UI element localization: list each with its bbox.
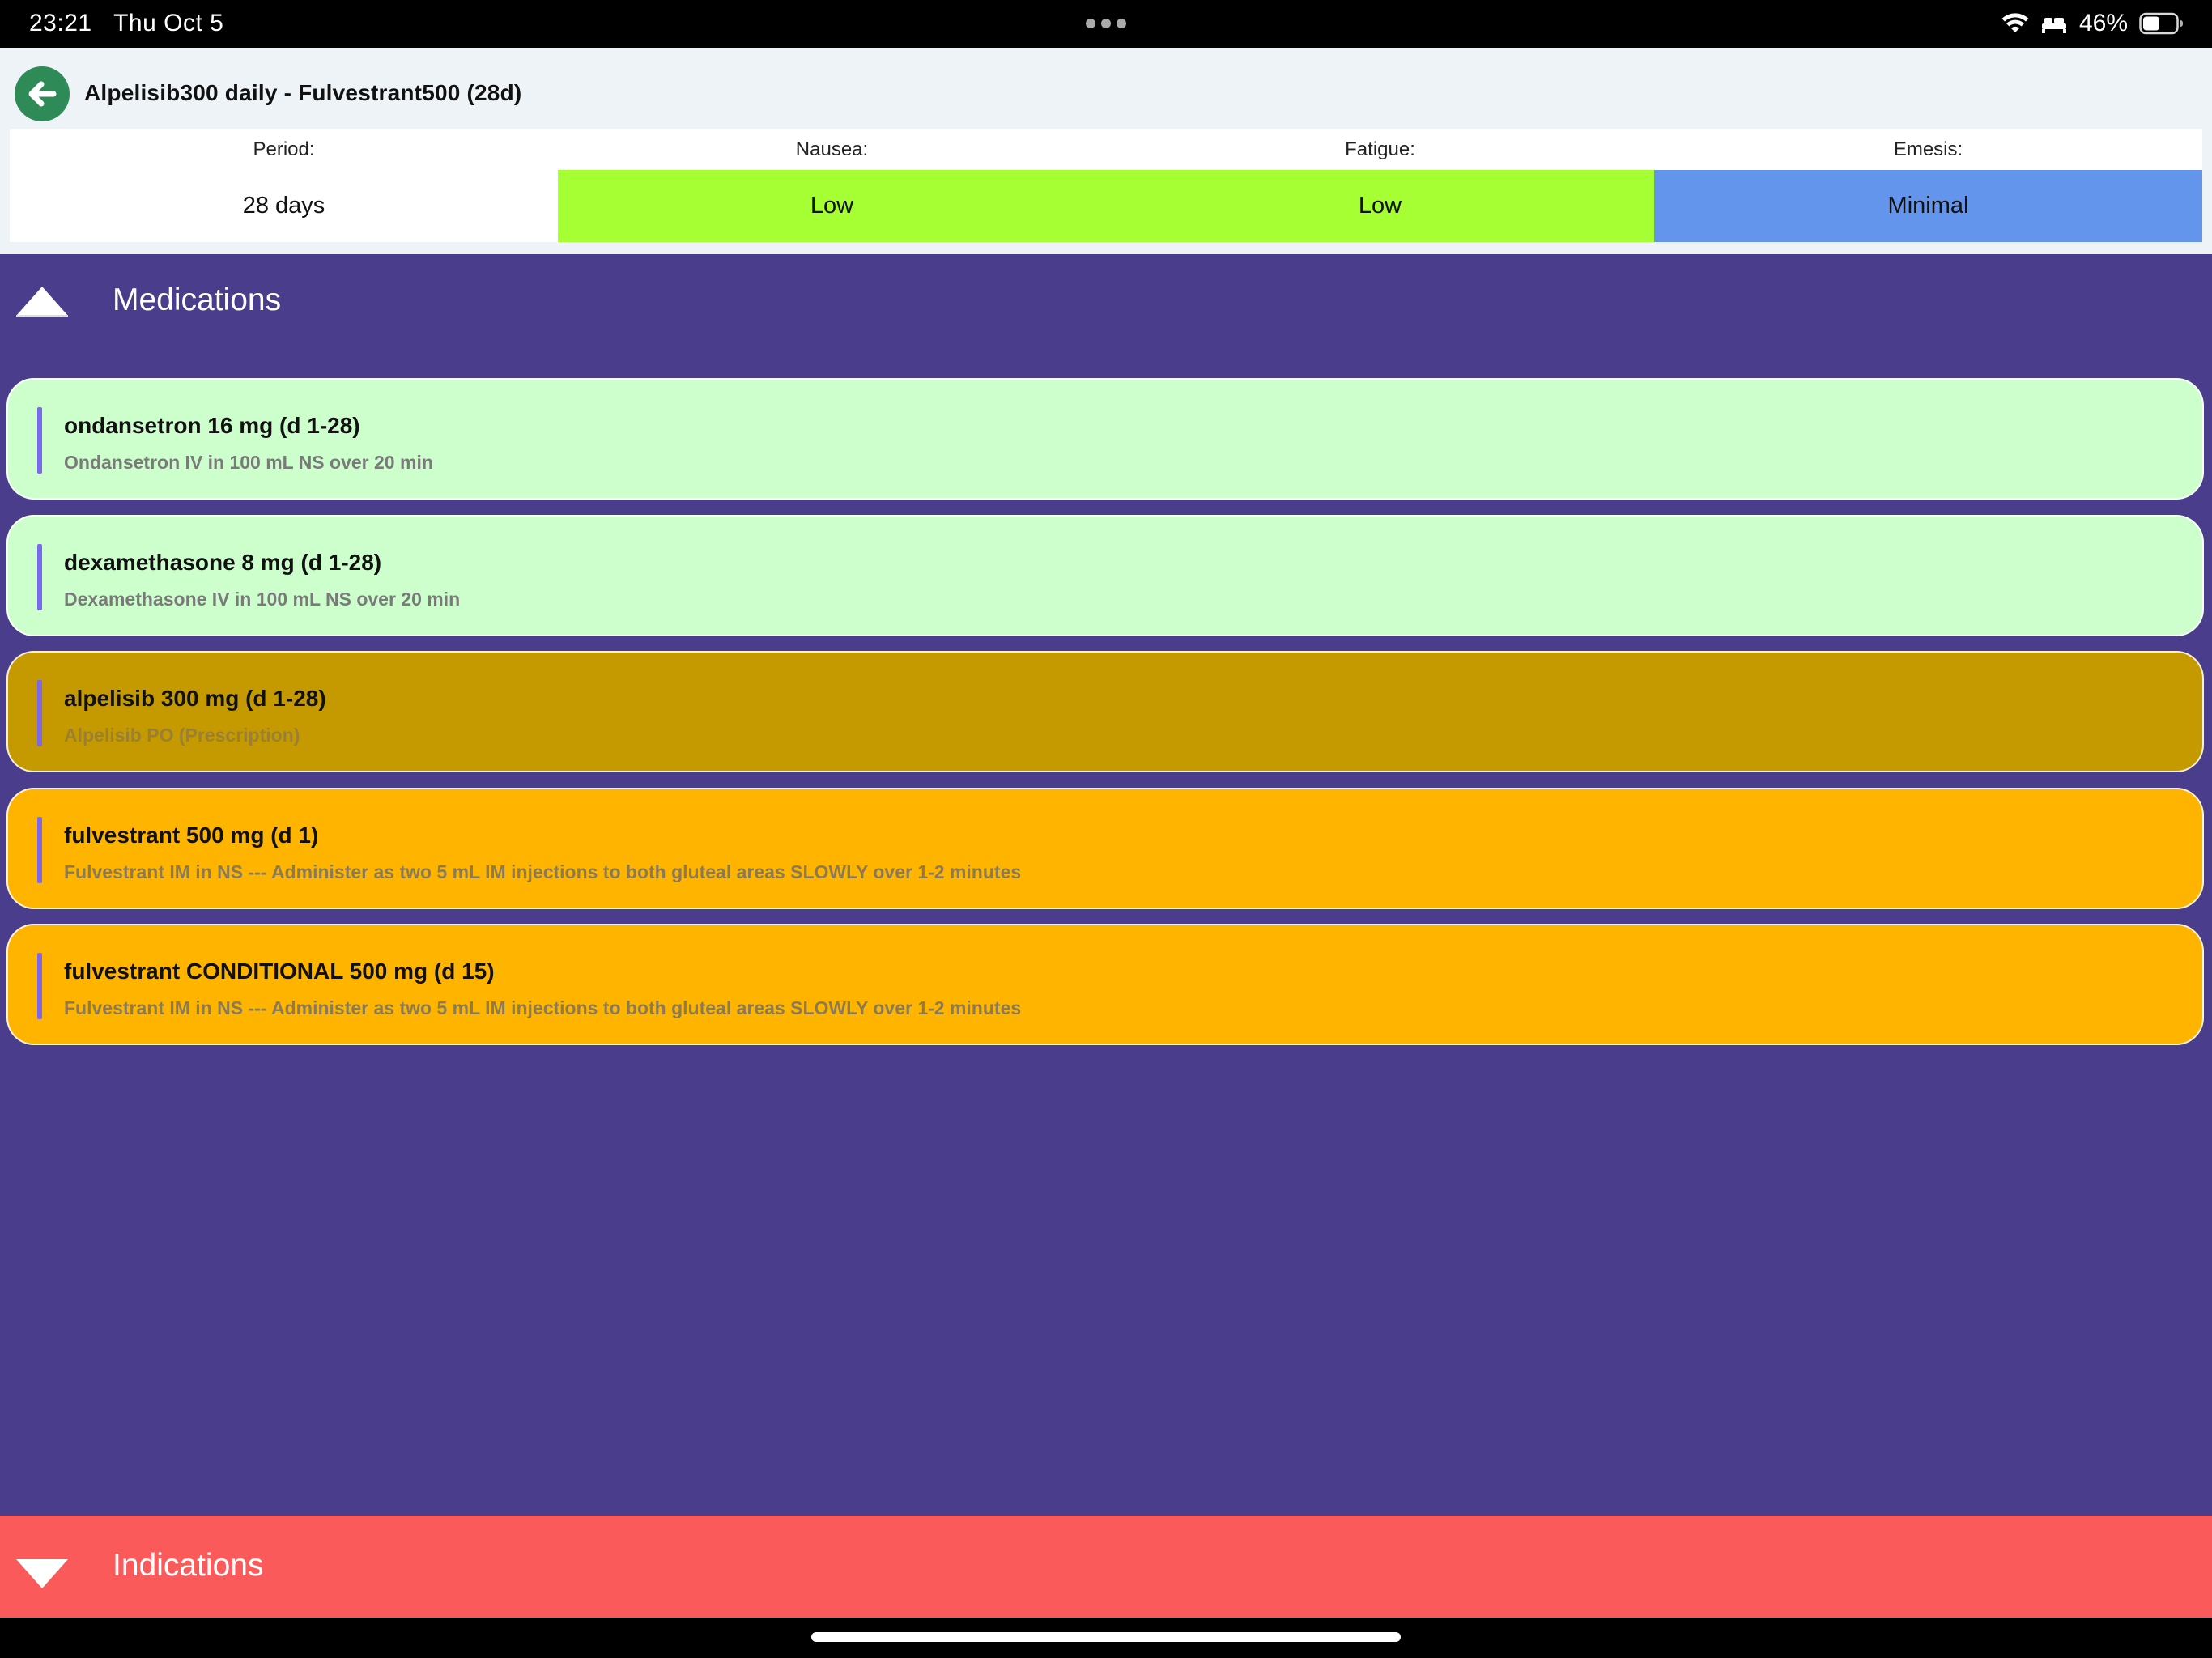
stat-emesis: Emesis: Minimal xyxy=(1654,129,2202,242)
back-arrow-icon xyxy=(28,81,57,107)
card-accent-bar xyxy=(37,953,42,1019)
stat-value: Low xyxy=(1106,170,1654,242)
stat-label: Period: xyxy=(10,129,558,170)
expand-triangle-down-icon[interactable] xyxy=(15,1556,70,1590)
collapse-triangle-up-icon[interactable] xyxy=(15,285,70,319)
card-accent-bar xyxy=(37,544,42,610)
stat-label: Nausea: xyxy=(558,129,1106,170)
indications-title: Indications xyxy=(113,1548,264,1583)
home-indicator[interactable] xyxy=(811,1632,1401,1642)
medication-card[interactable]: fulvestrant 500 mg (d 1) Fulvestrant IM … xyxy=(6,788,2204,909)
back-button[interactable] xyxy=(15,66,70,121)
stat-value: Low xyxy=(558,170,1106,242)
page-title: Alpelisib300 daily - Fulvestrant500 (28d… xyxy=(84,80,522,105)
regimen-header: Alpelisib300 daily - Fulvestrant500 (28d… xyxy=(0,48,2212,302)
medication-description: Dexamethasone IV in 100 mL NS over 20 mi… xyxy=(64,589,461,610)
medication-name: ondansetron 16 mg (d 1-28) xyxy=(64,413,360,438)
medication-description: Ondansetron IV in 100 mL NS over 20 min xyxy=(64,452,433,473)
wifi-icon xyxy=(2001,13,2029,32)
status-indicators: 46% xyxy=(2001,8,2184,39)
status-bar: 23:21 Thu Oct 5 46% xyxy=(0,0,2212,48)
stat-period: Period: 28 days xyxy=(10,129,558,242)
multitasking-dots-icon[interactable] xyxy=(1085,18,1127,29)
status-time: 23:21 xyxy=(29,10,92,36)
medication-card[interactable]: fulvestrant CONDITIONAL 500 mg (d 15) Fu… xyxy=(6,924,2204,1045)
status-clock: 23:21 Thu Oct 5 xyxy=(29,9,223,38)
battery-icon xyxy=(2139,12,2183,35)
bed-icon xyxy=(2041,18,2066,33)
indications-section-header[interactable]: Indications xyxy=(0,1516,2212,1618)
medication-card[interactable]: dexamethasone 8 mg (d 1-28) Dexamethason… xyxy=(6,515,2204,636)
stat-label: Emesis: xyxy=(1654,129,2202,170)
medication-name: fulvestrant CONDITIONAL 500 mg (d 15) xyxy=(64,959,495,984)
card-accent-bar xyxy=(37,817,42,883)
medication-description: Fulvestrant IM in NS --- Administer as t… xyxy=(64,997,1022,1018)
stat-fatigue: Fatigue: Low xyxy=(1106,129,1654,242)
medication-name: alpelisib 300 mg (d 1-28) xyxy=(64,686,326,711)
medications-section-header[interactable]: Medications xyxy=(0,254,2212,347)
status-date: Thu Oct 5 xyxy=(113,10,224,36)
medication-card[interactable]: alpelisib 300 mg (d 1-28) Alpelisib PO (… xyxy=(6,651,2204,772)
card-accent-bar xyxy=(37,680,42,746)
stat-value: Minimal xyxy=(1654,170,2202,242)
stat-label: Fatigue: xyxy=(1106,129,1654,170)
medications-title: Medications xyxy=(113,283,282,317)
medication-description: Alpelisib PO (Prescription) xyxy=(64,725,300,746)
battery-percentage: 46% xyxy=(2078,10,2128,36)
medication-description: Fulvestrant IM in NS --- Administer as t… xyxy=(64,861,1022,882)
medication-name: fulvestrant 500 mg (d 1) xyxy=(64,823,319,848)
medication-card[interactable]: ondansetron 16 mg (d 1-28) Ondansetron I… xyxy=(6,378,2204,500)
stat-nausea: Nausea: Low xyxy=(558,129,1106,242)
medication-name: dexamethasone 8 mg (d 1-28) xyxy=(64,550,382,575)
stat-value: 28 days xyxy=(10,170,558,242)
regimen-stats: Period: 28 days Nausea: Low Fatigue: Low… xyxy=(10,129,2202,242)
card-accent-bar xyxy=(37,407,42,474)
home-indicator-area xyxy=(0,1618,2212,1658)
medications-section: Medications ondansetron 16 mg (d 1-28) O… xyxy=(0,254,2212,1516)
